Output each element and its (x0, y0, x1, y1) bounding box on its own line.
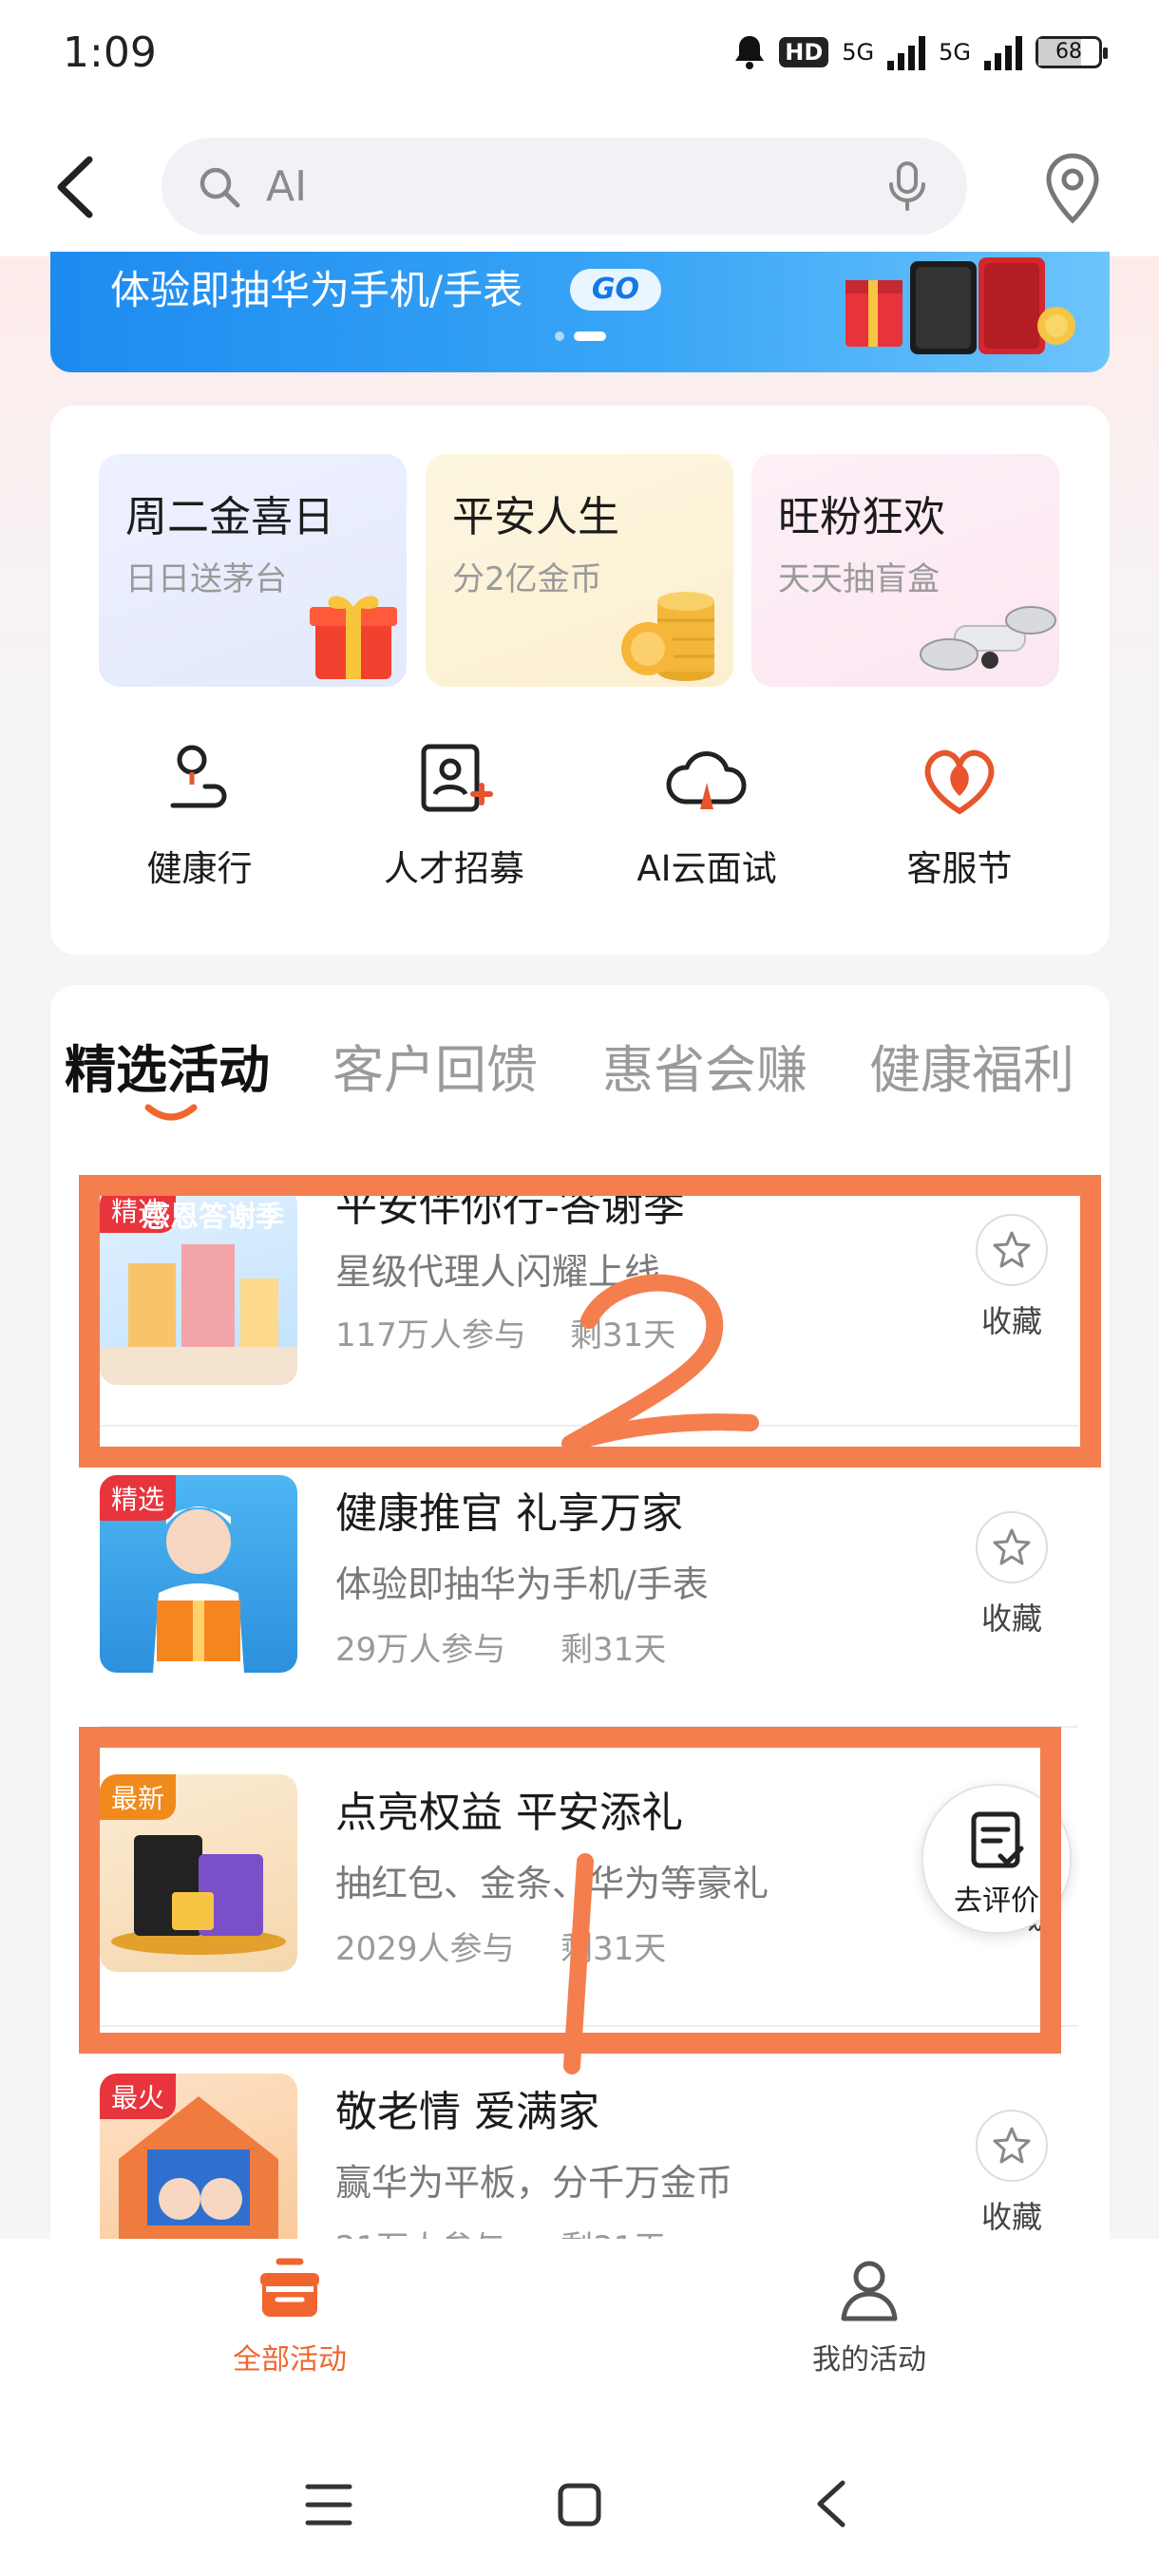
annotation-number-2: 2 (551, 1263, 760, 1463)
network-5g-label-2: 5G (939, 39, 971, 66)
favorite-button[interactable]: 收藏 (969, 2110, 1054, 2237)
home-icon[interactable] (556, 2481, 603, 2529)
favorite-label: 收藏 (980, 1601, 1042, 1637)
promo-subtitle: 天天抽盲盒 (778, 560, 940, 598)
activity-remaining: 剩31天 (560, 1631, 667, 1669)
phone-gift-image (846, 257, 1075, 354)
location-pin-icon[interactable] (1042, 152, 1103, 224)
activity-participants: 21万人参与 (335, 2222, 505, 2239)
list-item[interactable]: 精选 健康推官 礼享万家 体验即抽华为手机/手表 29万人参与 剩31天 收藏 (81, 1475, 1078, 1770)
quick-link-label: 客服节 (906, 848, 1013, 889)
battery-icon: 68 (1036, 36, 1108, 68)
star-icon (976, 2110, 1048, 2182)
carousel-dot (555, 331, 564, 341)
badge-hot: 最火 (100, 2074, 177, 2119)
quick-link-label: AI云面试 (636, 848, 777, 889)
gift-bag-icon (260, 2258, 319, 2317)
promo-subtitle: 分2亿金币 (452, 560, 602, 598)
activity-participants: 29万人参与 (335, 1631, 506, 1669)
promo-title: 周二金喜日 (125, 493, 334, 541)
favorite-label: 收藏 (980, 2199, 1042, 2235)
nav-label: 我的活动 (812, 2343, 926, 2377)
tab-save-earn[interactable]: 惠省会赚 (602, 1028, 808, 1103)
bottom-navigation (0, 2239, 1159, 2410)
nav-all-activities[interactable]: 全部活动 (176, 2256, 404, 2377)
favorite-button[interactable]: 收藏 (969, 1511, 1054, 1638)
banner-go-button[interactable]: GO (570, 269, 661, 311)
search-icon (200, 167, 240, 208)
battery-level: 68 (1055, 40, 1082, 64)
microphone-icon[interactable] (884, 160, 931, 213)
heart-flame-icon (924, 749, 995, 815)
promo-subtitle: 日日送茅台 (125, 560, 287, 598)
network-5g-label: 5G (842, 39, 875, 66)
hd-voice-badge: HD (779, 37, 829, 67)
status-icons: HD 5G 5G 68 (733, 34, 1108, 70)
gold-coins-icon (621, 592, 714, 681)
id-card-plus-icon (421, 744, 493, 812)
list-item[interactable]: 最火 敬老情 爱满家 赢华为平板，分千万金币 21万人参与 剩31天 收藏 (81, 2074, 1078, 2239)
drone-icon (920, 606, 1056, 671)
quick-link-talent-recruit[interactable]: 人才招募 (340, 739, 568, 900)
nav-label: 全部活动 (233, 2343, 347, 2377)
tab-featured[interactable]: 精选活动 (65, 1028, 270, 1103)
signal-strength-icon (887, 34, 926, 70)
user-icon (841, 2261, 898, 2321)
annotation-number-1: 1 (551, 1852, 608, 2080)
activity-title: 健康推官 礼享万家 (335, 1489, 683, 1538)
star-icon (976, 1511, 1048, 1583)
promo-title: 旺粉狂欢 (778, 493, 945, 541)
quick-link-service-festival[interactable]: 客服节 (846, 739, 1074, 900)
nav-my-activities[interactable]: 我的活动 (755, 2256, 983, 2377)
notification-bell-icon (735, 36, 765, 69)
activity-title: 敬老情 爱满家 (335, 2088, 599, 2136)
activity-subtitle: 赢华为平板，分千万金币 (335, 2162, 733, 2204)
tab-customer-reward[interactable]: 客户回馈 (332, 1028, 538, 1103)
system-back-icon[interactable] (812, 2477, 850, 2530)
quick-link-ai-interview[interactable]: AI云面试 (593, 739, 821, 900)
banner-text: 体验即抽华为手机/手表 (110, 267, 523, 313)
promo-tile-tuesday-gold[interactable]: 周二金喜日 日日送茅台 (99, 454, 407, 687)
promo-tile-ping-an-life[interactable]: 平安人生 分2亿金币 (426, 454, 733, 687)
quick-link-label: 健康行 (146, 848, 253, 889)
gift-box-icon (310, 596, 397, 679)
activity-subtitle: 体验即抽华为手机/手表 (335, 1563, 709, 1605)
recent-apps-icon[interactable] (302, 2481, 355, 2529)
activity-thumbnail: 精选 (100, 1475, 297, 1673)
promo-title: 平安人生 (452, 493, 619, 541)
badge-featured: 精选 (100, 1475, 177, 1521)
back-button[interactable] (48, 152, 104, 222)
signal-strength-icon-2 (984, 34, 1022, 70)
quick-link-health-walk[interactable]: 健康行 (86, 739, 314, 900)
carousel-dot-active (574, 331, 606, 341)
activity-thumbnail: 最火 (100, 2074, 297, 2239)
search-placeholder: AI (266, 162, 308, 211)
activity-remaining: 剩31天 (560, 2222, 666, 2239)
person-route-icon (170, 745, 227, 808)
chevron-left-icon (57, 156, 93, 218)
cloud-icon (666, 750, 747, 809)
status-time: 1:09 (63, 28, 157, 77)
quick-link-label: 人才招募 (384, 848, 524, 889)
tab-active-indicator (144, 1104, 198, 1121)
tab-health-benefits[interactable]: 健康福利 (869, 1028, 1074, 1103)
promo-tile-fan-carnival[interactable]: 旺粉狂欢 天天抽盲盒 (751, 454, 1059, 687)
